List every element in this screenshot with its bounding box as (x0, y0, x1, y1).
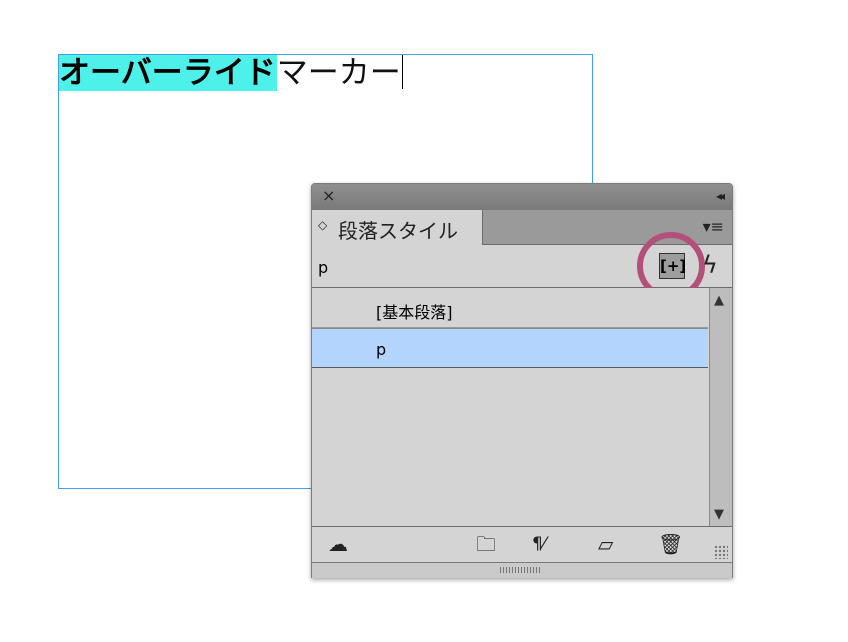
list-item-label: p (376, 340, 387, 359)
panel-tab-row: ◇ 段落スタイル ▾≡ (312, 210, 732, 245)
scroll-up-icon[interactable]: ▲ (714, 293, 724, 308)
collapse-icon[interactable]: ◂◂ (716, 187, 725, 205)
scrollbar[interactable]: ▲ ▼ (709, 288, 732, 526)
tab-paragraph-styles[interactable]: ◇ 段落スタイル (312, 210, 483, 245)
scroll-down-icon[interactable]: ▼ (714, 507, 724, 522)
current-style-name: p (318, 258, 329, 277)
resize-grip-icon[interactable] (714, 545, 728, 559)
new-style-group-icon[interactable]: [+] (659, 253, 686, 279)
panel-titlebar[interactable]: × ◂◂ (312, 184, 732, 210)
clear-overrides-icon[interactable]: ¶⁄ (532, 533, 546, 555)
list-item-label: [基本段落] (376, 303, 453, 322)
folder-icon[interactable]: 🗀 (476, 533, 496, 555)
panel-menu-icon[interactable]: ▾≡ (703, 218, 724, 236)
cloud-library-icon[interactable]: ☁ (328, 533, 348, 555)
highlighted-text[interactable]: オーバーライド (59, 55, 277, 91)
new-style-icon[interactable]: ▱ (598, 533, 613, 555)
normal-text[interactable]: マーカー (277, 55, 401, 91)
tab-arrows-icon: ◇ (318, 218, 328, 232)
panel-toolbar: p [+] ϟ (312, 232, 732, 300)
panel-bottom-bar[interactable] (312, 562, 732, 578)
drag-handle-icon[interactable] (500, 567, 540, 573)
tab-label: 段落スタイル (338, 219, 458, 243)
trash-icon[interactable]: 🗑 (658, 533, 683, 555)
list-item-basic-paragraph[interactable]: [基本段落] (312, 288, 708, 328)
list-item-p[interactable]: p (312, 328, 708, 368)
style-list: [基本段落] p (312, 288, 708, 526)
paragraph-styles-panel: × ◂◂ ◇ 段落スタイル ▾≡ p [+] ϟ [基本段落] p ▲ ▼ ☁ … (311, 183, 733, 578)
text-cursor (401, 55, 403, 89)
text-line[interactable]: オーバーライドマーカー (59, 55, 403, 91)
close-icon[interactable]: × (322, 187, 335, 205)
quick-apply-icon[interactable]: ϟ (702, 251, 718, 279)
panel-footer: ☁ 🗀 ¶⁄ ▱ 🗑 (312, 526, 732, 562)
